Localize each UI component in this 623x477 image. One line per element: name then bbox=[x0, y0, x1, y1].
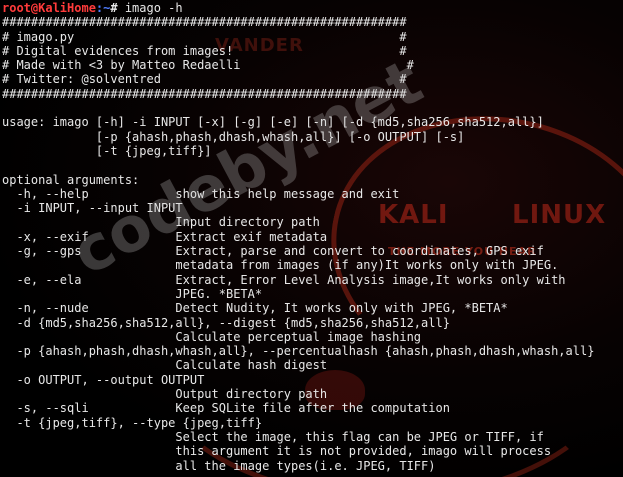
output-line: -t {jpeg,tiff}, --type {jpeg,tiff} bbox=[2, 415, 263, 430]
output-line: Output directory path bbox=[2, 387, 328, 402]
output-line: metadata from images (if any)It works on… bbox=[2, 258, 559, 273]
output-line: -p {ahash,phash,dhash,whash,all}, --perc… bbox=[2, 344, 595, 359]
output-line: ########################################… bbox=[2, 15, 407, 30]
output-line: Select the image, this flag can be JPEG … bbox=[2, 429, 544, 444]
output-line: [-t {jpeg,tiff}] bbox=[2, 143, 212, 158]
output-line: all the image types(i.e. JPEG, TIFF) bbox=[2, 458, 436, 473]
output-line: -h, --help show this help message and ex… bbox=[2, 186, 400, 201]
terminal-window[interactable]: VANDER KALI LINUX THE MORE YOU HEAR root… bbox=[0, 0, 623, 477]
output-line: -n, --nude Detect Nudity, It works only … bbox=[2, 301, 508, 316]
output-line: Calculate perceptual image hashing bbox=[2, 329, 422, 344]
output-line: -g, --gps Extract, parse and convert to … bbox=[2, 244, 544, 259]
prompt-path: :~ bbox=[95, 1, 111, 15]
output-line: this argument it is not provided, imago … bbox=[2, 444, 552, 459]
terminal-output: root@KaliHome:~# imago -h ##############… bbox=[2, 1, 594, 473]
output-line: ########################################… bbox=[2, 86, 407, 101]
output-line: -e, --ela Extract, Error Level Analysis … bbox=[2, 272, 566, 287]
prompt-line: root@KaliHome:~# imago -h bbox=[2, 1, 594, 15]
output-line: JPEG. *BETA* bbox=[2, 286, 263, 301]
output-line: Calculate hash digest bbox=[2, 358, 328, 373]
output-line: -d {md5,sha256,sha512,all}, --digest {md… bbox=[2, 315, 450, 330]
output-line: # Made with <3 by Matteo Redaelli # bbox=[2, 58, 414, 73]
output-line: # Digital evidences from images! # bbox=[2, 43, 407, 58]
output-line: # imago.py # bbox=[2, 29, 407, 44]
command-text: imago -h bbox=[117, 1, 183, 15]
output-line: -x, --exif Extract exif metadata bbox=[2, 229, 328, 244]
output-line: -o OUTPUT, --output OUTPUT bbox=[2, 372, 205, 387]
output-line: # Twitter: @solventred # bbox=[2, 72, 407, 87]
output-line: Input directory path bbox=[2, 215, 320, 230]
output-line: [-p {ahash,phash,dhash,whash,all}] [-o O… bbox=[2, 129, 465, 144]
prompt-user-host: root@KaliHome bbox=[2, 1, 96, 15]
output-line: -i INPUT, --input INPUT bbox=[2, 201, 183, 216]
output-line: -s, --sqli Keep SQLite file after the co… bbox=[2, 401, 450, 416]
output-line: optional arguments: bbox=[2, 172, 140, 187]
output-line: usage: imago [-h] -i INPUT [-x] [-g] [-e… bbox=[2, 115, 544, 130]
prompt-symbol: # bbox=[110, 1, 118, 15]
